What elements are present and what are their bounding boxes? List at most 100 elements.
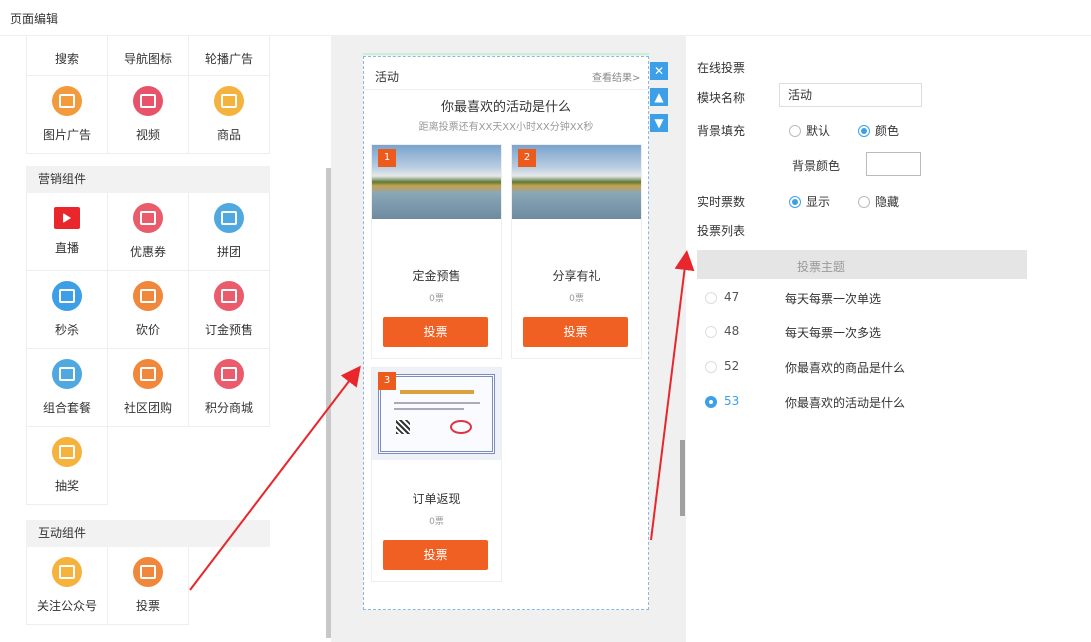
background-color-picker[interactable] xyxy=(866,152,921,176)
component-row-basic-top: 搜索 导航图标 轮播广告 xyxy=(26,36,270,76)
close-icon[interactable]: ✕ xyxy=(650,62,668,80)
component-label: 积分商城 xyxy=(204,401,253,415)
realtime-votes-label: 实时票数 xyxy=(697,195,746,209)
vote-id: 53 xyxy=(724,394,740,408)
component-label: 秒杀 xyxy=(54,323,79,337)
coupon-icon xyxy=(133,203,163,233)
vote-list-row[interactable]: 48 每天每票一次多选 xyxy=(697,322,1027,342)
vote-list-row[interactable]: 52 你最喜欢的商品是什么 xyxy=(697,357,1027,377)
live-tv-icon xyxy=(54,207,80,229)
option-number-badge: 1 xyxy=(378,149,396,167)
component-image-ad[interactable]: 图片广告 xyxy=(27,76,108,154)
component-presale[interactable]: 订金预售 xyxy=(189,271,270,349)
option-title: 分享有礼 xyxy=(552,269,601,283)
component-carousel[interactable]: 轮播广告 xyxy=(189,36,270,76)
marketing-components-grid: 直播 优惠券 拼团秒杀 砍价 订金预售组合套餐 社区团购 积分商城抽奖 xyxy=(26,193,270,505)
component-goods[interactable]: 商品 xyxy=(189,76,270,154)
vote-countdown: 距离投票还有XX天XX小时XX分钟XX秒 xyxy=(418,122,594,133)
vote-option-card: 1 定金预售 0票 投票 xyxy=(371,144,502,359)
vote-option-card: 2 分享有礼 0票 投票 xyxy=(511,144,642,359)
flash-sale-icon xyxy=(52,281,82,311)
vote-button[interactable]: 投票 xyxy=(523,317,628,347)
follow-account-icon xyxy=(52,557,82,587)
component-lottery[interactable]: 抽奖 xyxy=(27,427,108,505)
lottery-icon xyxy=(52,437,82,467)
component-vote[interactable]: 投票 xyxy=(108,547,189,625)
option-title: 订单返现 xyxy=(412,492,461,506)
move-up-icon[interactable]: ▲ xyxy=(650,88,668,106)
vote-option-card: 3 订单返现 0票 投票 xyxy=(371,367,502,582)
component-coupon[interactable]: 优惠券 xyxy=(108,193,189,271)
vote-topic: 你最喜欢的商品是什么 xyxy=(785,361,906,375)
component-label: 砍价 xyxy=(135,323,160,337)
bg-color-radio[interactable]: 颜色 xyxy=(858,122,899,139)
module-name-input[interactable]: 活动 xyxy=(779,83,922,107)
component-label: 导航图标 xyxy=(123,52,172,66)
component-search[interactable]: 搜索 xyxy=(27,36,108,76)
module-divider xyxy=(364,89,648,90)
component-label: 直播 xyxy=(54,241,79,255)
radio-label: 显示 xyxy=(806,195,831,209)
radio-dot-selected xyxy=(789,195,801,208)
option-title: 定金预售 xyxy=(412,269,461,283)
radio-dot xyxy=(858,195,870,208)
component-label: 组合套餐 xyxy=(42,401,91,415)
vote-list-row[interactable]: 53 你最喜欢的活动是什么 xyxy=(697,392,1027,412)
component-live-tv[interactable]: 直播 xyxy=(27,193,108,271)
component-label: 拼团 xyxy=(216,245,241,259)
component-points-mall[interactable]: 积分商城 xyxy=(189,349,270,427)
move-down-icon[interactable]: ▼ xyxy=(650,114,668,132)
component-label: 搜索 xyxy=(54,52,79,66)
row-radio[interactable] xyxy=(705,326,717,338)
option-vote-count: 0票 xyxy=(429,517,444,527)
component-group-buy[interactable]: 拼团 xyxy=(189,193,270,271)
component-bargain[interactable]: 砍价 xyxy=(108,271,189,349)
settings-title: 在线投票 xyxy=(697,61,746,75)
option-number-badge: 3 xyxy=(378,372,396,390)
row-radio[interactable] xyxy=(705,292,717,304)
vote-question: 你最喜欢的活动是什么 xyxy=(440,100,571,115)
component-label: 优惠券 xyxy=(129,245,166,259)
vote-button[interactable]: 投票 xyxy=(383,540,488,570)
component-video[interactable]: 视频 xyxy=(108,76,189,154)
component-community-buy[interactable]: 社区团购 xyxy=(108,349,189,427)
realtime-show-radio[interactable]: 显示 xyxy=(789,193,830,210)
radio-dot-selected xyxy=(858,124,870,137)
component-label: 社区团购 xyxy=(123,401,172,415)
vote-topic: 你最喜欢的活动是什么 xyxy=(785,396,906,410)
row-radio-selected[interactable] xyxy=(705,396,717,408)
radio-label: 默认 xyxy=(806,124,831,138)
community-buy-icon xyxy=(133,359,163,389)
component-combo[interactable]: 组合套餐 xyxy=(27,349,108,427)
bg-default-radio[interactable]: 默认 xyxy=(789,122,830,139)
video-icon xyxy=(133,86,163,116)
component-label: 投票 xyxy=(135,599,160,613)
interactive-section-header: 互动组件 xyxy=(26,520,270,547)
component-follow-account[interactable]: 关注公众号 xyxy=(27,547,108,625)
component-label: 订金预售 xyxy=(204,323,253,337)
vote-id: 48 xyxy=(724,324,740,338)
component-label: 商品 xyxy=(216,128,241,142)
vote-list-label: 投票列表 xyxy=(697,224,746,238)
option-vote-count: 0票 xyxy=(569,294,584,304)
image-ad-icon xyxy=(52,86,82,116)
view-results-link[interactable]: 查看结果> xyxy=(592,69,640,84)
vote-button[interactable]: 投票 xyxy=(383,317,488,347)
preview-scrollbar[interactable] xyxy=(680,440,685,516)
vote-icon xyxy=(133,557,163,587)
page-title: 页面编辑 xyxy=(10,12,59,26)
row-radio[interactable] xyxy=(705,361,717,373)
realtime-hide-radio[interactable]: 隐藏 xyxy=(858,193,899,210)
vote-id: 47 xyxy=(724,290,740,304)
presale-icon xyxy=(214,281,244,311)
radio-dot xyxy=(789,124,801,137)
radio-label: 颜色 xyxy=(875,124,900,138)
vote-list-row[interactable]: 47 每天每票一次单选 xyxy=(697,288,1027,308)
component-label: 关注公众号 xyxy=(36,599,97,613)
vote-id: 52 xyxy=(724,359,740,373)
component-nav-icons[interactable]: 导航图标 xyxy=(108,36,189,76)
phone-top-border xyxy=(363,53,649,55)
combo-icon xyxy=(52,359,82,389)
background-color-label: 背景颜色 xyxy=(792,159,841,173)
component-flash-sale[interactable]: 秒杀 xyxy=(27,271,108,349)
